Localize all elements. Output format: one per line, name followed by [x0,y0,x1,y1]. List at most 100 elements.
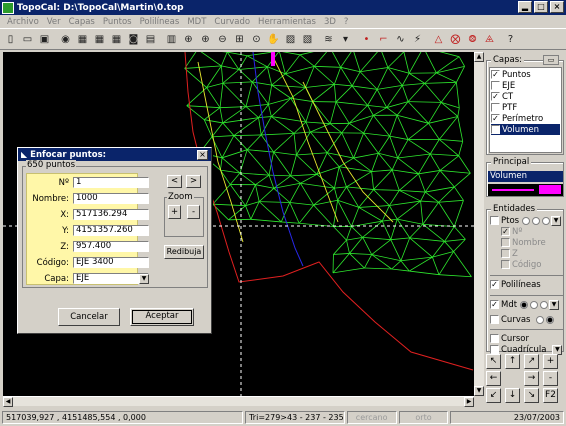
prev-point-button[interactable]: < [167,175,182,188]
nav-button-7[interactable]: - [543,371,558,386]
ptos-radio-2[interactable] [532,216,541,225]
mdt-icon[interactable]: ▨ [283,32,298,47]
zoom-window-icon[interactable]: ⊞ [232,32,247,47]
layers-dropdown-icon[interactable]: ▾ [338,32,353,47]
capa-item-ptf[interactable]: PTF [491,102,560,113]
mdt2-icon[interactable]: ▧ [300,32,315,47]
x-input[interactable]: 517136.294 [73,209,149,220]
nombre-input[interactable]: 1000 [73,193,149,204]
curves-icon[interactable]: ∿ [393,32,408,47]
help2-icon[interactable]: ? [503,32,518,47]
cancel-button[interactable]: Cancelar [58,308,120,326]
menu-ver[interactable]: Ver [43,17,65,27]
menu-mdt[interactable]: MDT [183,17,210,27]
print-icon[interactable]: ▤ [143,32,158,47]
ptos-checkbox[interactable] [490,216,499,225]
color-swatch[interactable] [539,185,561,194]
mdt-radio-1[interactable] [520,300,529,309]
zoom-icon[interactable]: ⊕ [181,32,196,47]
mdt-radio-2[interactable] [530,300,539,309]
points2-icon[interactable]: ▦ [92,32,107,47]
num-input[interactable]: 1 [73,177,149,188]
polyline-icon[interactable]: ⌐ [376,32,391,47]
polilineas-checkbox[interactable]: ✓ [490,280,499,289]
export-icon[interactable]: ◙ [126,32,141,47]
nav-button-6[interactable]: → [524,371,539,386]
minimize-button[interactable]: ▂ [518,1,532,13]
capa-checkbox[interactable]: ✓ [491,125,500,134]
capa-item-perímetro[interactable]: ✓ Perímetro [491,113,560,124]
mdt-dropdown-icon[interactable]: ▼ [549,299,560,310]
zoom-out-icon[interactable]: ⊖ [215,32,230,47]
capa-checkbox[interactable] [491,103,500,112]
scroll-right-icon[interactable]: ▶ [464,397,474,407]
scroll-left-icon[interactable]: ◀ [3,397,13,407]
nav-button-2[interactable]: ↗ [524,354,539,369]
menu-archivo[interactable]: Archivo [3,17,43,27]
capa-checkbox[interactable]: ✓ [491,92,500,101]
save-icon[interactable]: ▣ [37,32,52,47]
capa-item-puntos[interactable]: ✓ Puntos [491,69,560,80]
curvas-radio-1[interactable] [536,315,545,324]
horizontal-scrollbar[interactable]: ◀ ▶ [3,396,474,407]
preview-icon[interactable]: ▥ [164,32,179,47]
points3-icon[interactable]: ▦ [109,32,124,47]
accept-button[interactable]: Aceptar [130,308,194,326]
triangle-icon[interactable]: △ [431,32,446,47]
menu-capas[interactable]: Capas [65,17,99,27]
maximize-button[interactable]: □ [534,1,548,13]
triangle4-icon[interactable]: ⨹ [482,32,497,47]
menu-3d[interactable]: 3D [320,17,340,27]
menu-curvado[interactable]: Curvado [210,17,254,27]
next-point-button[interactable]: > [186,175,201,188]
ptos-radio-1[interactable] [522,216,531,225]
ptos-dropdown-icon[interactable]: ▼ [551,215,562,226]
nav-button-10[interactable]: ↘ [524,388,539,403]
principal-style[interactable] [488,184,563,196]
triangle3-icon[interactable]: ⨷ [465,32,480,47]
nav-button-3[interactable]: + [543,354,558,369]
capa-checkbox[interactable]: ✓ [491,70,500,79]
close-button[interactable]: × [550,1,564,13]
cuadricula-dropdown-icon[interactable]: ▼ [552,344,563,355]
help-icon[interactable]: ◉ [58,32,73,47]
menu-polilineas[interactable]: Polilíneas [136,17,184,27]
capa-checkbox[interactable]: ✓ [491,114,500,123]
scroll-up-icon[interactable]: ▲ [474,52,484,62]
capa-item-volumen[interactable]: ✓ Volumen [491,124,560,135]
curvas-checkbox[interactable] [490,315,499,324]
cuadricula-checkbox[interactable] [490,345,499,354]
new-icon[interactable]: ▯ [3,32,18,47]
z-input[interactable]: 957.400 [73,241,149,252]
mdt-radio-3[interactable] [540,300,549,309]
break-icon[interactable]: ⚡ [410,32,425,47]
nav-button-8[interactable]: ↙ [486,388,501,403]
nav-button-0[interactable]: ↖ [486,354,501,369]
curvas-radio-2[interactable] [546,315,555,324]
mdt-checkbox[interactable]: ✓ [490,300,499,309]
redibuja-button[interactable]: Redibuja [164,245,204,259]
layers-icon[interactable]: ≋ [321,32,336,47]
capa-item-eje[interactable]: EJE [491,80,560,91]
cursor-checkbox[interactable] [490,334,499,343]
status-orto[interactable]: orto [398,410,449,424]
nav-button-11[interactable]: F2 [543,388,558,403]
point-icon[interactable]: • [359,32,374,47]
triangle2-icon[interactable]: ⨂ [448,32,463,47]
pan-icon[interactable]: ✋ [266,32,281,47]
status-cercano[interactable]: cercano [346,410,397,424]
zoom-in-icon[interactable]: ⊕ [198,32,213,47]
zoom-in-button[interactable]: + [168,205,181,219]
menu-puntos[interactable]: Puntos [99,17,136,27]
open-icon[interactable]: ▭ [20,32,35,47]
zoom-out-button[interactable]: - [187,205,200,219]
dialog-close-icon[interactable]: × [197,150,208,160]
principal-layer[interactable]: Volumen [488,171,563,182]
layers-manager-icon[interactable]: ▭ [543,55,559,65]
codigo-input[interactable]: EJE 3400 [73,257,149,268]
y-input[interactable]: 4151357.260 [73,225,149,236]
capa-dropdown-icon[interactable]: ▼ [139,274,149,284]
menu-herramientas[interactable]: Herramientas [254,17,320,27]
points-icon[interactable]: ▦ [75,32,90,47]
capa-item-ct[interactable]: ✓ CT [491,91,560,102]
